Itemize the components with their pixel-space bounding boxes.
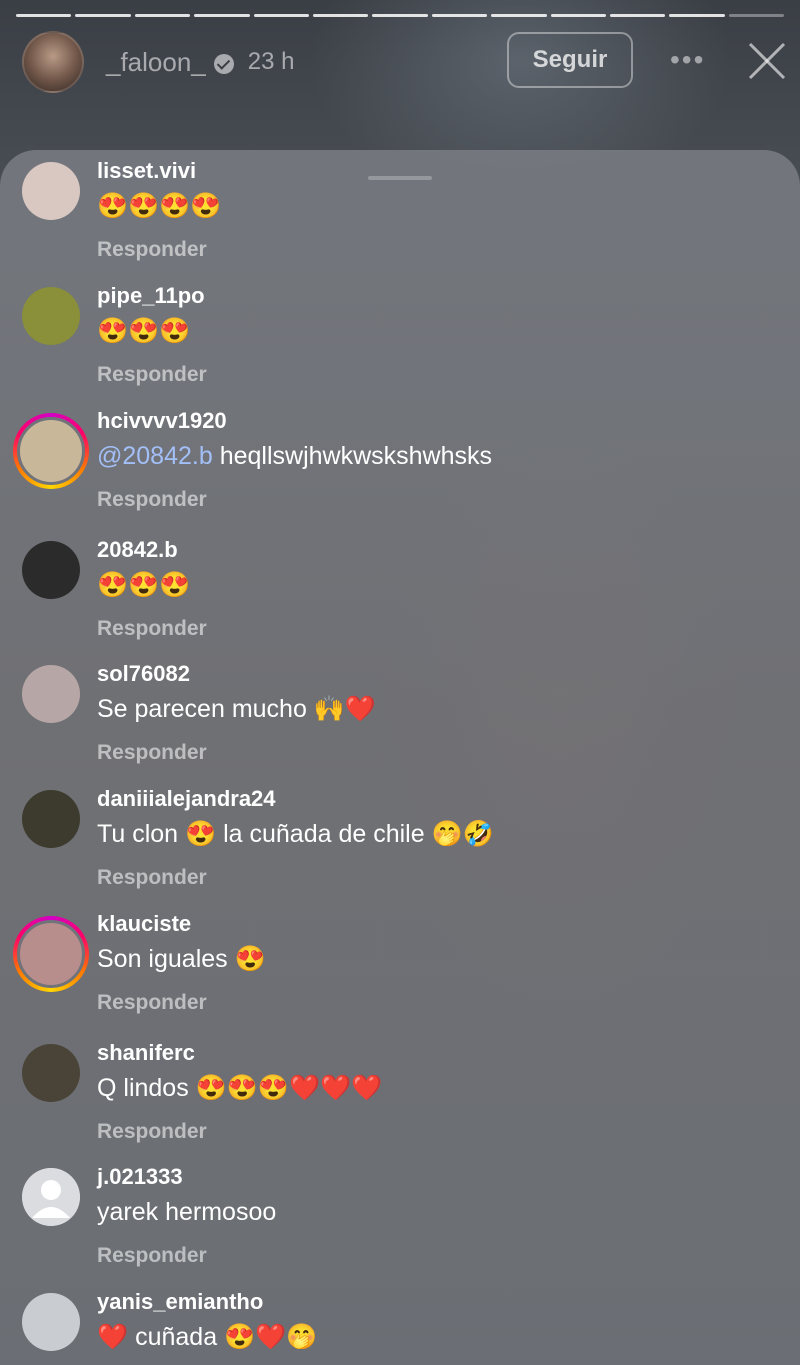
comment-item: pipe_11po 😍😍😍 Responder: [0, 283, 800, 407]
comment-item: sol76082 Se parecen mucho 🙌❤️ Responder: [0, 661, 800, 785]
comment-text: Tu clon 😍 la cuñada de chile 🤭🤣: [97, 820, 494, 848]
comment-username[interactable]: daniiialejandra24: [97, 786, 276, 812]
comment-text: ❤️ cuñada 😍❤️🤭: [97, 1323, 318, 1351]
story-progress-bar: [16, 14, 785, 17]
reply-button[interactable]: Responder: [97, 866, 207, 890]
comment-text-body: heqllswjhwkwskshwhsks: [219, 442, 493, 470]
comment-text: 😍😍😍: [97, 571, 191, 599]
comment-username[interactable]: j.021333: [97, 1164, 183, 1190]
story-timestamp: 23 h: [247, 48, 295, 75]
reply-button[interactable]: Responder: [97, 741, 207, 765]
comment-username[interactable]: 20842.b: [97, 537, 178, 563]
comment-text: @20842.b heqllswjhwkwskshwhsks: [97, 442, 492, 471]
reply-button[interactable]: Responder: [97, 363, 207, 387]
story-author-username[interactable]: _faloon_: [106, 47, 234, 78]
close-icon[interactable]: [744, 38, 790, 84]
story-header: _faloon_ 23 h Seguir •••: [22, 31, 786, 93]
avatar[interactable]: [22, 1168, 80, 1226]
comment-text: yarek hermosoo: [97, 1198, 277, 1226]
avatar[interactable]: [22, 665, 80, 723]
comments-sheet: lisset.vivi 😍😍😍😍 Responder pipe_11po 😍😍😍 Resp…: [0, 150, 800, 1365]
avatar[interactable]: [22, 541, 80, 599]
story-author-avatar[interactable]: [22, 31, 84, 93]
comment-item: daniiialejandra24 Tu clon 😍 la cuñada de …: [0, 786, 800, 910]
comment-username[interactable]: lisset.vivi: [97, 158, 196, 184]
comment-username[interactable]: pipe_11po: [97, 283, 205, 309]
comment-item: hcivvvv1920 @20842.b heqllswjhwkwskshwhsk…: [0, 408, 800, 532]
avatar[interactable]: [22, 1293, 80, 1351]
reply-button[interactable]: Responder: [97, 991, 207, 1015]
comment-text: 😍😍😍: [97, 317, 191, 345]
comment-text: Q lindos 😍😍😍❤️❤️❤️: [97, 1074, 383, 1102]
comment-username[interactable]: shaniferc: [97, 1040, 195, 1066]
comment-item: lisset.vivi 😍😍😍😍 Responder: [0, 158, 800, 282]
comment-mention-link[interactable]: @20842.b: [97, 442, 213, 470]
reply-button[interactable]: Responder: [97, 1244, 207, 1268]
comment-item: klauciste Son iguales 😍 Responder: [0, 911, 800, 1035]
avatar[interactable]: [22, 1044, 80, 1102]
reply-button[interactable]: Responder: [97, 488, 207, 512]
avatar[interactable]: [22, 790, 80, 848]
avatar[interactable]: [13, 413, 89, 489]
reply-button[interactable]: Responder: [97, 1120, 207, 1144]
comment-text: 😍😍😍😍: [97, 192, 222, 220]
ellipsis-icon[interactable]: •••: [670, 46, 705, 74]
avatar[interactable]: [13, 916, 89, 992]
comment-username[interactable]: yanis_emiantho: [97, 1289, 263, 1315]
comment-username[interactable]: hcivvvv1920: [97, 408, 227, 434]
comment-item: yanis_emiantho ❤️ cuñada 😍❤️🤭: [0, 1289, 800, 1365]
follow-button[interactable]: Seguir: [507, 32, 633, 88]
comment-item: j.021333 yarek hermosoo Responder: [0, 1164, 800, 1288]
comment-username[interactable]: klauciste: [97, 911, 191, 937]
comment-username[interactable]: sol76082: [97, 661, 190, 687]
avatar[interactable]: [22, 287, 80, 345]
avatar[interactable]: [22, 162, 80, 220]
comment-text: Se parecen mucho 🙌❤️: [97, 695, 377, 723]
comment-text: Son iguales 😍: [97, 945, 266, 973]
reply-button[interactable]: Responder: [97, 617, 207, 641]
comment-item: 20842.b 😍😍😍 Responder: [0, 537, 800, 661]
reply-button[interactable]: Responder: [97, 238, 207, 262]
comment-item: shaniferc Q lindos 😍😍😍❤️❤️❤️ Responder: [0, 1040, 800, 1164]
verified-badge-icon: [213, 53, 234, 74]
